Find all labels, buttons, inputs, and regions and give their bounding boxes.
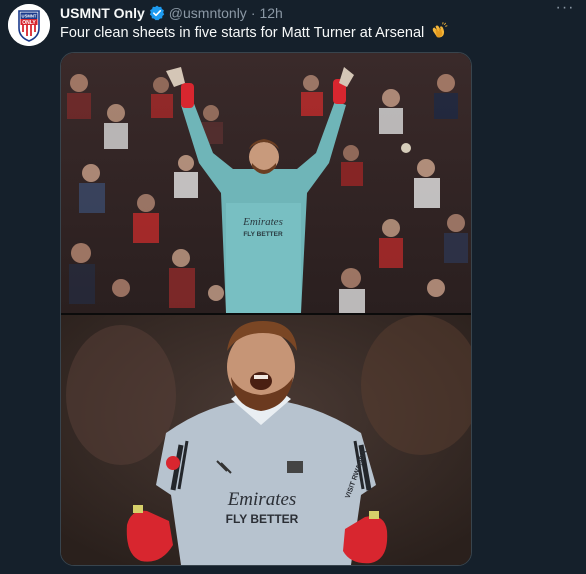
separator-dot: ·: [250, 5, 256, 21]
left-glove: [181, 83, 194, 108]
tweet-text: Four clean sheets in five starts for Mat…: [60, 22, 560, 43]
media-container[interactable]: Emirates FLY BETTER Emirates FLY BETTER …: [60, 52, 472, 566]
bottom-shirt-sponsor: Emirates: [227, 489, 297, 510]
photo-goalkeeper-arms-raised[interactable]: Emirates FLY BETTER: [61, 53, 471, 319]
tweet-text-content: Four clean sheets in five starts for Mat…: [60, 25, 425, 41]
author-handle[interactable]: @usmntonly: [169, 5, 247, 21]
tweet-timestamp[interactable]: 12h: [259, 5, 282, 21]
tweet-header: USMNT Only @usmntonly · 12h: [60, 3, 283, 23]
avatar-line1: USMNT: [22, 14, 37, 19]
more-options-icon[interactable]: ···: [552, 0, 578, 22]
tweet[interactable]: USMNT ONLY USMNT Only @usmntonly · 12h ·…: [0, 0, 586, 574]
clapping-hands-icon: [430, 22, 448, 40]
verified-badge-icon: [149, 5, 165, 21]
europa-badge-icon: [166, 456, 180, 470]
avatar[interactable]: USMNT ONLY: [8, 4, 50, 46]
top-shirt-slogan: FLY BETTER: [243, 231, 283, 238]
photo-goalkeeper-celebrating[interactable]: Emirates FLY BETTER VISIT RWANDA: [61, 315, 471, 565]
usmnt-only-logo-icon: USMNT ONLY: [8, 4, 50, 46]
top-shirt-sponsor: Emirates: [242, 216, 283, 228]
author-name[interactable]: USMNT Only: [60, 5, 145, 21]
avatar-line2: ONLY: [22, 20, 36, 26]
arsenal-crest-icon: [287, 461, 303, 473]
bottom-shirt-slogan: FLY BETTER: [226, 512, 299, 526]
